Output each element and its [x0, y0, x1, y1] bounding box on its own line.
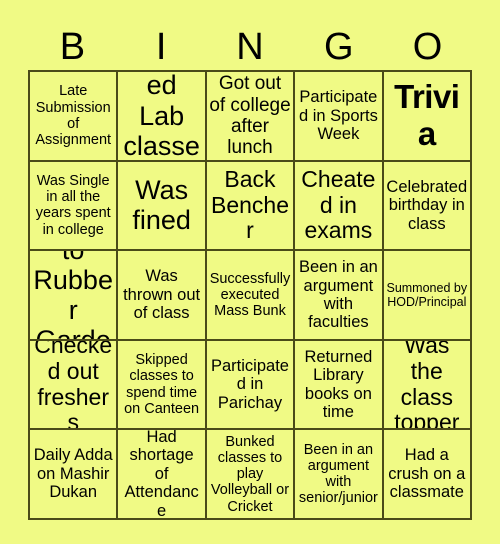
bingo-cell[interactable]: Was the class topper: [383, 340, 472, 431]
bingo-cell-label: Been in an argument with senior/junior: [298, 441, 378, 507]
bingo-cell[interactable]: Trivia: [383, 72, 472, 162]
bingo-cell[interactable]: Back Bencher: [206, 161, 296, 252]
bingo-cell[interactable]: Summoned by HOD/Principal: [383, 251, 472, 341]
bingo-cell[interactable]: Had a crush on a classmate: [383, 430, 472, 520]
bingo-cell-label: Returned Library books on time: [304, 347, 373, 422]
bingo-cell-label: Trivia: [394, 77, 460, 152]
bingo-cell[interactable]: Been in an argument with senior/junior: [295, 430, 384, 520]
bingo-cell-label: Was thrown out of class: [123, 267, 201, 323]
bingo-cell[interactable]: Was Single in all the years spent in col…: [30, 161, 119, 252]
bingo-cell[interactable]: Returned Library books on time: [295, 340, 384, 431]
bingo-cell-label: Was the class topper: [394, 340, 460, 431]
bingo-cell[interactable]: Daily Adda on Mashir Dukan: [30, 430, 119, 520]
bingo-cell[interactable]: Celebrated birthday in class: [383, 161, 472, 252]
bingo-cell[interactable]: Skipped classes to spend time on Canteen: [118, 340, 207, 431]
bingo-cell[interactable]: Participated in Parichay: [206, 340, 296, 431]
bingo-cell[interactable]: Cheated in exams: [295, 161, 384, 252]
bingo-cell-label: Was Single in all the years spent in col…: [35, 172, 111, 238]
bingo-cell-label: Was fined: [132, 175, 191, 236]
bingo-cell-label: Been in an argument with faculties: [298, 258, 378, 332]
header-letter-n: N: [236, 26, 264, 68]
bingo-cell[interactable]: Was fined: [118, 161, 207, 252]
bingo-card: B I N G O Late Submission of AssignmentS…: [0, 0, 500, 544]
bingo-cell-label: Cheated in exams: [301, 165, 376, 244]
bingo-cell-label: Had a crush on a classmate: [388, 446, 466, 502]
bingo-cell[interactable]: Been in an argument with faculties: [295, 251, 384, 341]
bingo-cell[interactable]: Bunked classes to play Volleyball or Cri…: [206, 430, 296, 520]
bingo-cell[interactable]: Successfully executed Mass Bunk: [206, 251, 296, 341]
bingo-cell[interactable]: Checked out freshers: [30, 340, 119, 431]
bingo-cell-label: Summoned by HOD/Principal: [386, 280, 468, 309]
bingo-cell-label: Celebrated birthday in class: [386, 177, 468, 233]
bingo-cell[interactable]: Got out of college after lunch: [206, 72, 296, 162]
bingo-cell-label: Got out of college after lunch: [209, 73, 291, 159]
bingo-cell-label: Daily Adda on Mashir Dukan: [33, 446, 113, 502]
bingo-cell-label: Successfully executed Mass Bunk: [209, 270, 291, 320]
bingo-cell[interactable]: Been to Rubber Garden: [30, 251, 119, 341]
bingo-cell-label: Participated in Parichay: [211, 356, 289, 412]
bingo-cell-label: Skipped classes to spend time on Canteen: [124, 352, 200, 417]
bingo-cell-label: Bunked classes to play Volleyball or Cri…: [210, 433, 290, 515]
bingo-cell[interactable]: Late Submission of Assignment: [30, 72, 119, 162]
bingo-cell-label: Back Bencher: [210, 165, 289, 244]
header-letter-o: O: [412, 26, 443, 68]
bingo-header: B I N G O: [28, 24, 472, 70]
header-letter-g: G: [324, 26, 354, 68]
bingo-cell-label: Participated in Sports Week: [298, 88, 378, 144]
bingo-cell-label: Late Submission of Assignment: [35, 83, 112, 149]
bingo-cell-label: Been to Rubber Garden: [33, 251, 113, 341]
header-letter-i: I: [155, 26, 167, 68]
header-letter-b: B: [59, 26, 86, 68]
bingo-cell-label: Checked out freshers: [34, 340, 113, 431]
bingo-grid: Late Submission of AssignmentSkipped Lab…: [28, 70, 472, 520]
bingo-cell[interactable]: Was thrown out of class: [118, 251, 207, 341]
bingo-cell[interactable]: Had shortage of Attendance: [118, 430, 207, 520]
bingo-cell[interactable]: Skipped Lab classes: [118, 72, 207, 162]
bingo-cell-label: Skipped Lab classes: [123, 72, 200, 161]
bingo-cell[interactable]: Participated in Sports Week: [295, 72, 384, 162]
bingo-cell-label: Had shortage of Attendance: [124, 430, 199, 520]
